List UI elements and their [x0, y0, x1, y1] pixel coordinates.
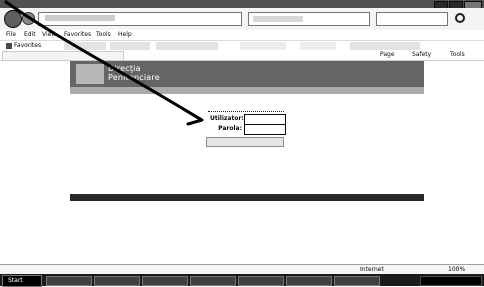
hand-drawn-arrow	[4, 0, 204, 126]
scanned-screenshot: File Edit View Favorites Tools Help Favo…	[0, 0, 484, 287]
